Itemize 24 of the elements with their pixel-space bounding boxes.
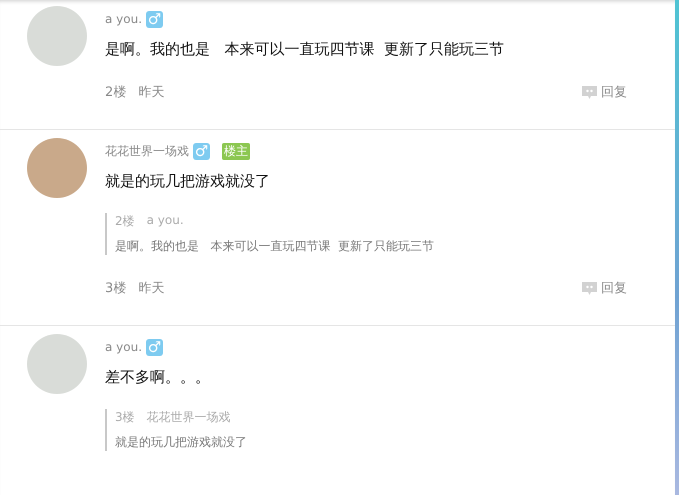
username[interactable]: a you.: [105, 12, 142, 26]
quote-floor: 2楼: [115, 213, 135, 230]
male-gender-icon: ♂: [146, 338, 164, 356]
comment-text: 是啊。我的也是 本来可以一直玩四节课 更新了只能玩三节: [105, 40, 505, 59]
quote-author: 花花世界一场戏: [146, 409, 231, 426]
post-time: 昨天: [138, 280, 164, 297]
quote-text: 就是的玩几把游戏就没了: [115, 434, 248, 451]
quote-text: 是啊。我的也是 本来可以一直玩四节课 更新了只能玩三节: [115, 238, 436, 255]
username[interactable]: 花花世界一场戏: [105, 142, 189, 160]
quote-author: a you.: [146, 213, 184, 229]
reply-button[interactable]: 回复: [581, 83, 627, 101]
floor-number: 2楼: [105, 84, 126, 101]
male-gender-icon: ♂: [193, 142, 210, 160]
comment-text: 就是的玩几把游戏就没了: [105, 172, 271, 191]
post-time: 昨天: [138, 84, 164, 101]
speech-bubble-icon: [581, 280, 598, 296]
male-gender-icon: ♂: [146, 10, 164, 28]
username[interactable]: a you.: [105, 340, 142, 354]
op-badge: 楼主: [222, 142, 250, 160]
comment-text: 差不多啊。。。: [105, 368, 211, 387]
floor-number: 3楼: [105, 280, 126, 297]
speech-bubble-icon: [581, 84, 598, 100]
reply-button[interactable]: 回复: [581, 279, 627, 297]
quote-floor: 3楼: [115, 409, 135, 426]
